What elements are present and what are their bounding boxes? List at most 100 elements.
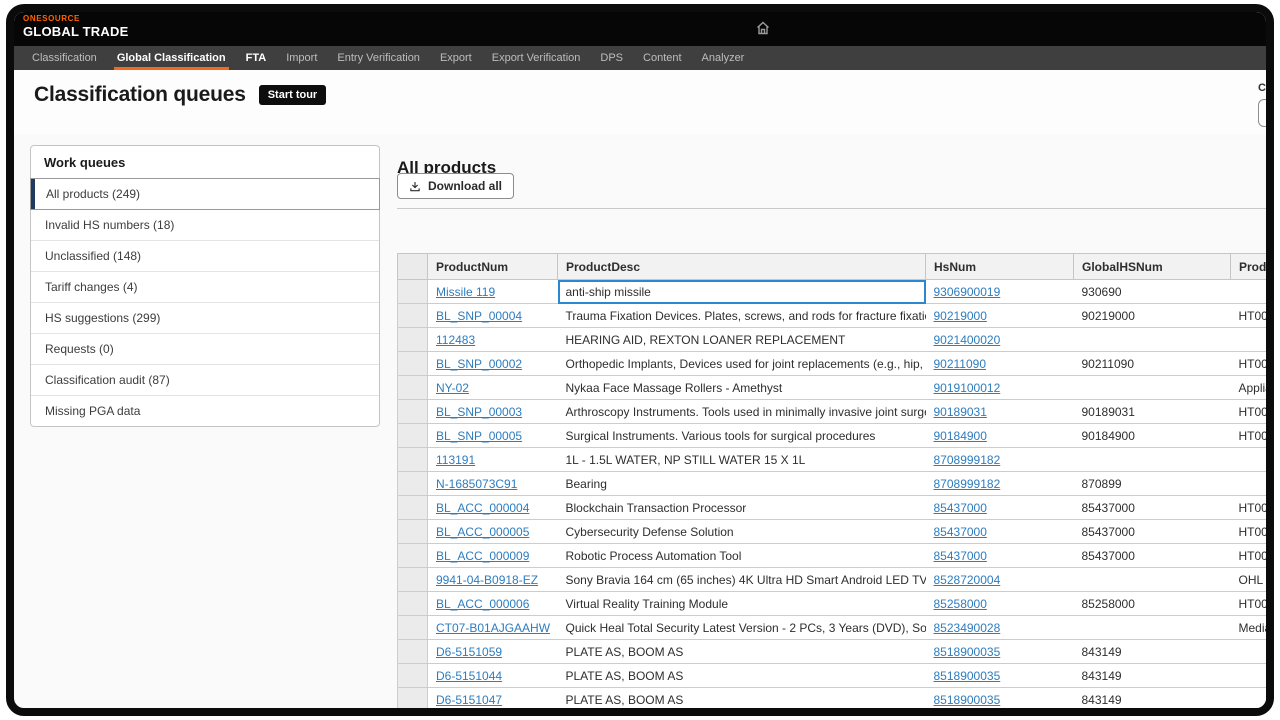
product-num-link[interactable]: 112483: [436, 333, 475, 347]
row-handle-cell[interactable]: [398, 424, 428, 448]
product-desc-cell[interactable]: Robotic Process Automation Tool: [558, 544, 926, 568]
product-num-link[interactable]: Missile 119: [436, 285, 495, 299]
nav-item-analyzer[interactable]: Analyzer: [692, 46, 755, 70]
queue-item-missing-pga-data[interactable]: Missing PGA data: [31, 395, 379, 426]
row-handle-cell[interactable]: [398, 352, 428, 376]
home-icon[interactable]: [755, 20, 773, 38]
nav-item-export-verification[interactable]: Export Verification: [482, 46, 591, 70]
product-num-link[interactable]: 9941-04-B0918-EZ: [436, 573, 538, 587]
row-handle-cell[interactable]: [398, 616, 428, 640]
product-num-link[interactable]: 113191: [436, 453, 475, 467]
product-desc-cell[interactable]: Sony Bravia 164 cm (65 inches) 4K Ultra …: [558, 568, 926, 592]
product-num-link[interactable]: NY-02: [436, 381, 469, 395]
hs-num-link[interactable]: 85437000: [934, 549, 987, 563]
product-desc-cell[interactable]: Quick Heal Total Security Latest Version…: [558, 616, 926, 640]
row-handle-cell[interactable]: [398, 496, 428, 520]
product-num-link[interactable]: BL_ACC_000006: [436, 597, 529, 611]
product-num-link[interactable]: D6-5151044: [436, 669, 502, 683]
row-handle-cell[interactable]: [398, 328, 428, 352]
product-desc-cell[interactable]: PLATE AS, BOOM AS: [558, 664, 926, 688]
hs-num-link[interactable]: 85437000: [934, 501, 987, 515]
hs-num-link[interactable]: 8528720004: [934, 573, 1001, 587]
hs-num-link[interactable]: 9306900019: [934, 285, 1001, 299]
hs-num-link[interactable]: 90219000: [934, 309, 987, 323]
nav-item-classification[interactable]: Classification: [22, 46, 107, 70]
product-desc-cell[interactable]: HEARING AID, REXTON LOANER REPLACEMENT: [558, 328, 926, 352]
queue-item-requests-0[interactable]: Requests (0): [31, 333, 379, 364]
queue-item-invalid-hs-numbers-18[interactable]: Invalid HS numbers (18): [31, 209, 379, 240]
product-desc-cell[interactable]: Cybersecurity Defense Solution: [558, 520, 926, 544]
row-handle-cell[interactable]: [398, 280, 428, 304]
hs-num-link[interactable]: 90189031: [934, 405, 987, 419]
product-desc-cell[interactable]: PLATE AS, BOOM AS: [558, 640, 926, 664]
row-handle-cell[interactable]: [398, 520, 428, 544]
row-handle-cell[interactable]: [398, 664, 428, 688]
product-name-cell: Media: [1231, 616, 1275, 640]
table-row: D6-5151044PLATE AS, BOOM AS8518900035843…: [398, 664, 1275, 688]
nav-item-content[interactable]: Content: [633, 46, 692, 70]
hs-num-link[interactable]: 8518900035: [934, 669, 1001, 683]
product-desc-cell[interactable]: 1L - 1.5L WATER, NP STILL WATER 15 X 1L: [558, 448, 926, 472]
product-desc-cell[interactable]: Trauma Fixation Devices. Plates, screws,…: [558, 304, 926, 328]
hs-num-link[interactable]: 9021400020: [934, 333, 1001, 347]
row-handle-cell[interactable]: [398, 472, 428, 496]
queue-item-tariff-changes-4[interactable]: Tariff changes (4): [31, 271, 379, 302]
hs-num-link[interactable]: 8518900035: [934, 645, 1001, 659]
hs-num-link[interactable]: 9019100012: [934, 381, 1001, 395]
download-all-button[interactable]: Download all: [397, 173, 514, 199]
product-num-link[interactable]: BL_SNP_00003: [436, 405, 522, 419]
product-num-link[interactable]: BL_SNP_00002: [436, 357, 522, 371]
start-tour-button[interactable]: Start tour: [259, 85, 327, 105]
nav-item-global-classification[interactable]: Global Classification: [107, 46, 236, 70]
product-desc-cell[interactable]: Blockchain Transaction Processor: [558, 496, 926, 520]
nav-item-import[interactable]: Import: [276, 46, 327, 70]
row-handle-cell[interactable]: [398, 568, 428, 592]
product-num-link[interactable]: N-1685073C91: [436, 477, 517, 491]
hs-num-link[interactable]: 8708999182: [934, 477, 1001, 491]
row-handle-cell[interactable]: [398, 304, 428, 328]
product-num-cell: BL_ACC_000009: [428, 544, 558, 568]
brand-global-trade: GLOBAL TRADE: [23, 25, 128, 38]
hs-num-link[interactable]: 8708999182: [934, 453, 1001, 467]
hs-num-link[interactable]: 8518900035: [934, 693, 1001, 707]
product-num-link[interactable]: D6-5151047: [436, 693, 502, 707]
global-hs-num-cell: 85437000: [1074, 520, 1231, 544]
row-handle-cell[interactable]: [398, 376, 428, 400]
product-desc-cell[interactable]: Orthopedic Implants, Devices used for jo…: [558, 352, 926, 376]
product-num-cell: 112483: [428, 328, 558, 352]
hs-num-link[interactable]: 90184900: [934, 429, 987, 443]
product-num-link[interactable]: D6-5151059: [436, 645, 502, 659]
nav-item-entry-verification[interactable]: Entry Verification: [327, 46, 430, 70]
hs-num-link[interactable]: 90211090: [934, 357, 987, 371]
product-num-link[interactable]: BL_SNP_00005: [436, 429, 522, 443]
row-handle-cell[interactable]: [398, 592, 428, 616]
row-handle-cell[interactable]: [398, 544, 428, 568]
row-handle-cell[interactable]: [398, 640, 428, 664]
queue-item-classification-audit-87[interactable]: Classification audit (87): [31, 364, 379, 395]
nav-item-export[interactable]: Export: [430, 46, 482, 70]
hs-num-link[interactable]: 85437000: [934, 525, 987, 539]
nav-item-dps[interactable]: DPS: [590, 46, 633, 70]
product-num-link[interactable]: BL_ACC_000009: [436, 549, 529, 563]
product-desc-cell[interactable]: Arthroscopy Instruments. Tools used in m…: [558, 400, 926, 424]
product-desc-cell[interactable]: Bearing: [558, 472, 926, 496]
queue-item-all-products-249[interactable]: All products (249): [31, 179, 379, 209]
corner-control-box[interactable]: [1258, 99, 1274, 127]
queue-item-unclassified-148[interactable]: Unclassified (148): [31, 240, 379, 271]
product-desc-cell[interactable]: Virtual Reality Training Module: [558, 592, 926, 616]
row-handle-cell[interactable]: [398, 400, 428, 424]
product-num-link[interactable]: CT07-B01AJGAAHW: [436, 621, 550, 635]
row-handle-cell[interactable]: [398, 688, 428, 712]
hs-num-link[interactable]: 8523490028: [934, 621, 1001, 635]
hs-num-link[interactable]: 85258000: [934, 597, 987, 611]
row-handle-cell[interactable]: [398, 448, 428, 472]
queue-item-hs-suggestions-299[interactable]: HS suggestions (299): [31, 302, 379, 333]
product-desc-cell[interactable]: PLATE AS, BOOM AS: [558, 688, 926, 712]
nav-item-fta[interactable]: FTA: [236, 46, 277, 70]
product-desc-cell[interactable]: Surgical Instruments. Various tools for …: [558, 424, 926, 448]
product-desc-cell[interactable]: anti-ship missile: [558, 280, 926, 304]
product-num-link[interactable]: BL_ACC_000004: [436, 501, 529, 515]
product-num-link[interactable]: BL_ACC_000005: [436, 525, 529, 539]
product-desc-cell[interactable]: Nykaa Face Massage Rollers - Amethyst: [558, 376, 926, 400]
product-num-link[interactable]: BL_SNP_00004: [436, 309, 522, 323]
